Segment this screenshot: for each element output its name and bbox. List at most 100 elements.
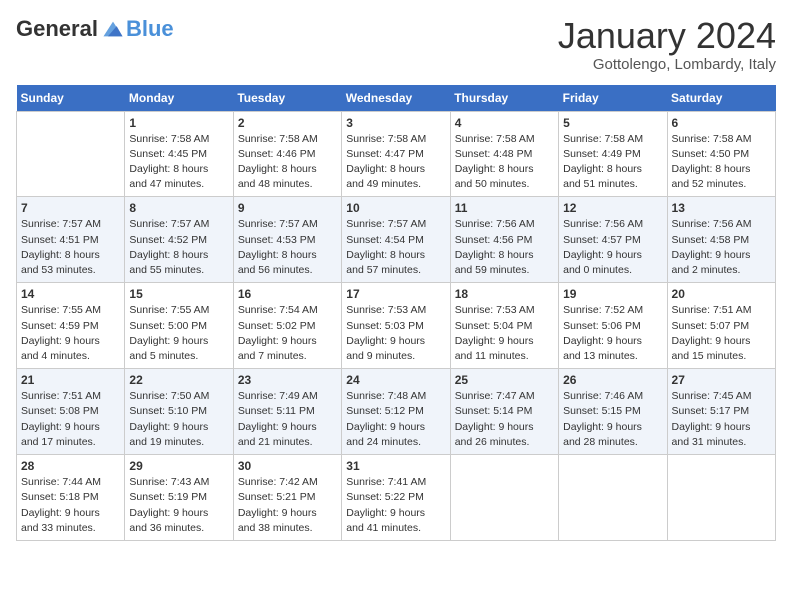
weekday-header-sunday: Sunday bbox=[17, 85, 125, 112]
day-number: 28 bbox=[21, 459, 120, 473]
day-info: Sunrise: 7:46 AMSunset: 5:15 PMDaylight:… bbox=[563, 389, 662, 450]
logo-blue-text: Blue bbox=[126, 16, 174, 42]
weekday-header-thursday: Thursday bbox=[450, 85, 558, 112]
day-cell: 10 Sunrise: 7:57 AMSunset: 4:54 PMDayligh… bbox=[342, 197, 450, 283]
day-info: Sunrise: 7:56 AMSunset: 4:58 PMDaylight:… bbox=[672, 217, 771, 278]
day-cell: 6 Sunrise: 7:58 AMSunset: 4:50 PMDaylight… bbox=[667, 111, 775, 197]
day-cell: 13 Sunrise: 7:56 AMSunset: 4:58 PMDayligh… bbox=[667, 197, 775, 283]
day-cell: 30 Sunrise: 7:42 AMSunset: 5:21 PMDayligh… bbox=[233, 455, 341, 541]
day-number: 23 bbox=[238, 373, 337, 387]
day-info: Sunrise: 7:56 AMSunset: 4:56 PMDaylight:… bbox=[455, 217, 554, 278]
day-info: Sunrise: 7:43 AMSunset: 5:19 PMDaylight:… bbox=[129, 475, 228, 536]
title-section: January 2024 Gottolengo, Lombardy, Italy bbox=[558, 16, 776, 73]
day-cell: 19 Sunrise: 7:52 AMSunset: 5:06 PMDayligh… bbox=[559, 283, 667, 369]
week-row-2: 7 Sunrise: 7:57 AMSunset: 4:51 PMDaylight… bbox=[17, 197, 776, 283]
day-cell: 20Sunrise: 7:51 AMSunset: 5:07 PMDayligh… bbox=[667, 283, 775, 369]
day-info: Sunrise: 7:54 AMSunset: 5:02 PMDaylight:… bbox=[238, 303, 337, 364]
logo: General Blue bbox=[16, 16, 174, 42]
day-cell: 27 Sunrise: 7:45 AMSunset: 5:17 PMDayligh… bbox=[667, 369, 775, 455]
day-cell: 29 Sunrise: 7:43 AMSunset: 5:19 PMDayligh… bbox=[125, 455, 233, 541]
day-cell: 24 Sunrise: 7:48 AMSunset: 5:12 PMDayligh… bbox=[342, 369, 450, 455]
day-info: Sunrise: 7:42 AMSunset: 5:21 PMDaylight:… bbox=[238, 475, 337, 536]
location-title: Gottolengo, Lombardy, Italy bbox=[558, 56, 776, 73]
day-info: Sunrise: 7:55 AMSunset: 5:00 PMDaylight:… bbox=[129, 303, 228, 364]
day-info: Sunrise: 7:57 AMSunset: 4:51 PMDaylight:… bbox=[21, 217, 120, 278]
day-number: 14 bbox=[21, 287, 120, 301]
day-number: 6 bbox=[672, 116, 771, 130]
day-info: Sunrise: 7:57 AMSunset: 4:53 PMDaylight:… bbox=[238, 217, 337, 278]
day-number: 15 bbox=[129, 287, 228, 301]
day-info: Sunrise: 7:48 AMSunset: 5:12 PMDaylight:… bbox=[346, 389, 445, 450]
day-number: 22 bbox=[129, 373, 228, 387]
weekday-header-row: SundayMondayTuesdayWednesdayThursdayFrid… bbox=[17, 85, 776, 112]
calendar-table: SundayMondayTuesdayWednesdayThursdayFrid… bbox=[16, 85, 776, 541]
day-cell: 14Sunrise: 7:55 AMSunset: 4:59 PMDayligh… bbox=[17, 283, 125, 369]
day-number: 30 bbox=[238, 459, 337, 473]
day-cell: 22 Sunrise: 7:50 AMSunset: 5:10 PMDayligh… bbox=[125, 369, 233, 455]
day-info: Sunrise: 7:44 AMSunset: 5:18 PMDaylight:… bbox=[21, 475, 120, 536]
day-number: 25 bbox=[455, 373, 554, 387]
day-cell bbox=[667, 455, 775, 541]
day-info: Sunrise: 7:58 AMSunset: 4:45 PMDaylight:… bbox=[129, 132, 228, 193]
day-number: 7 bbox=[21, 201, 120, 215]
day-number: 5 bbox=[563, 116, 662, 130]
logo-general-text: General bbox=[16, 16, 98, 42]
day-number: 18 bbox=[455, 287, 554, 301]
day-number: 10 bbox=[346, 201, 445, 215]
day-cell: 7 Sunrise: 7:57 AMSunset: 4:51 PMDaylight… bbox=[17, 197, 125, 283]
day-info: Sunrise: 7:50 AMSunset: 5:10 PMDaylight:… bbox=[129, 389, 228, 450]
day-info: Sunrise: 7:58 AMSunset: 4:50 PMDaylight:… bbox=[672, 132, 771, 193]
week-row-5: 28 Sunrise: 7:44 AMSunset: 5:18 PMDayligh… bbox=[17, 455, 776, 541]
day-info: Sunrise: 7:57 AMSunset: 4:54 PMDaylight:… bbox=[346, 217, 445, 278]
day-number: 26 bbox=[563, 373, 662, 387]
day-number: 21 bbox=[21, 373, 120, 387]
day-number: 3 bbox=[346, 116, 445, 130]
day-cell: 26 Sunrise: 7:46 AMSunset: 5:15 PMDayligh… bbox=[559, 369, 667, 455]
day-number: 9 bbox=[238, 201, 337, 215]
day-info: Sunrise: 7:58 AMSunset: 4:47 PMDaylight:… bbox=[346, 132, 445, 193]
day-info: Sunrise: 7:47 AMSunset: 5:14 PMDaylight:… bbox=[455, 389, 554, 450]
day-number: 19 bbox=[563, 287, 662, 301]
week-row-3: 14Sunrise: 7:55 AMSunset: 4:59 PMDayligh… bbox=[17, 283, 776, 369]
day-info: Sunrise: 7:56 AMSunset: 4:57 PMDaylight:… bbox=[563, 217, 662, 278]
day-cell: 17 Sunrise: 7:53 AMSunset: 5:03 PMDayligh… bbox=[342, 283, 450, 369]
day-number: 24 bbox=[346, 373, 445, 387]
page-header: General Blue January 2024 Gottolengo, Lo… bbox=[16, 16, 776, 73]
day-number: 11 bbox=[455, 201, 554, 215]
day-cell: 5 Sunrise: 7:58 AMSunset: 4:49 PMDaylight… bbox=[559, 111, 667, 197]
day-info: Sunrise: 7:53 AMSunset: 5:04 PMDaylight:… bbox=[455, 303, 554, 364]
day-cell bbox=[17, 111, 125, 197]
day-number: 4 bbox=[455, 116, 554, 130]
day-number: 27 bbox=[672, 373, 771, 387]
month-title: January 2024 bbox=[558, 16, 776, 56]
day-cell: 31 Sunrise: 7:41 AMSunset: 5:22 PMDayligh… bbox=[342, 455, 450, 541]
day-number: 31 bbox=[346, 459, 445, 473]
day-cell: 28 Sunrise: 7:44 AMSunset: 5:18 PMDayligh… bbox=[17, 455, 125, 541]
weekday-header-saturday: Saturday bbox=[667, 85, 775, 112]
day-cell bbox=[559, 455, 667, 541]
day-number: 17 bbox=[346, 287, 445, 301]
day-info: Sunrise: 7:52 AMSunset: 5:06 PMDaylight:… bbox=[563, 303, 662, 364]
weekday-header-tuesday: Tuesday bbox=[233, 85, 341, 112]
day-info: Sunrise: 7:58 AMSunset: 4:49 PMDaylight:… bbox=[563, 132, 662, 193]
day-cell: 4 Sunrise: 7:58 AMSunset: 4:48 PMDaylight… bbox=[450, 111, 558, 197]
day-number: 16 bbox=[238, 287, 337, 301]
day-cell: 21Sunrise: 7:51 AMSunset: 5:08 PMDayligh… bbox=[17, 369, 125, 455]
day-info: Sunrise: 7:41 AMSunset: 5:22 PMDaylight:… bbox=[346, 475, 445, 536]
day-cell: 11 Sunrise: 7:56 AMSunset: 4:56 PMDayligh… bbox=[450, 197, 558, 283]
day-number: 1 bbox=[129, 116, 228, 130]
day-info: Sunrise: 7:58 AMSunset: 4:48 PMDaylight:… bbox=[455, 132, 554, 193]
day-number: 13 bbox=[672, 201, 771, 215]
day-info: Sunrise: 7:45 AMSunset: 5:17 PMDaylight:… bbox=[672, 389, 771, 450]
day-cell: 9 Sunrise: 7:57 AMSunset: 4:53 PMDaylight… bbox=[233, 197, 341, 283]
day-info: Sunrise: 7:49 AMSunset: 5:11 PMDaylight:… bbox=[238, 389, 337, 450]
week-row-4: 21Sunrise: 7:51 AMSunset: 5:08 PMDayligh… bbox=[17, 369, 776, 455]
day-info: Sunrise: 7:53 AMSunset: 5:03 PMDaylight:… bbox=[346, 303, 445, 364]
day-cell: 3 Sunrise: 7:58 AMSunset: 4:47 PMDaylight… bbox=[342, 111, 450, 197]
day-number: 29 bbox=[129, 459, 228, 473]
day-cell: 2Sunrise: 7:58 AMSunset: 4:46 PMDaylight… bbox=[233, 111, 341, 197]
weekday-header-wednesday: Wednesday bbox=[342, 85, 450, 112]
day-cell: 16 Sunrise: 7:54 AMSunset: 5:02 PMDayligh… bbox=[233, 283, 341, 369]
day-number: 20 bbox=[672, 287, 771, 301]
day-cell: 23 Sunrise: 7:49 AMSunset: 5:11 PMDayligh… bbox=[233, 369, 341, 455]
